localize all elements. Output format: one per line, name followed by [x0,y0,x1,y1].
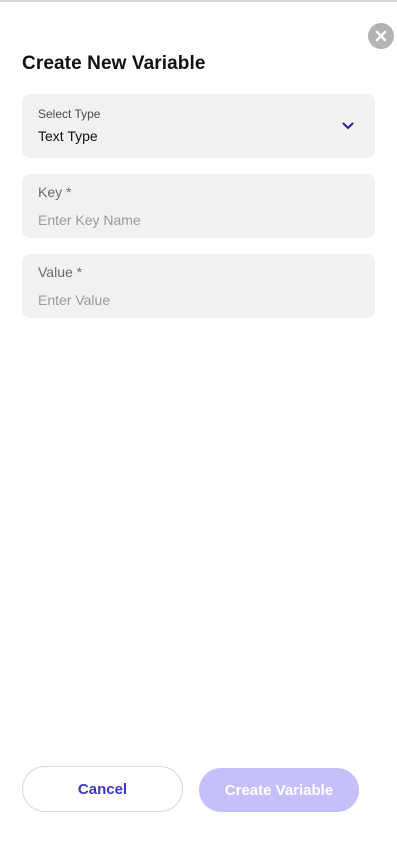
dialog-title: Create New Variable [22,53,206,74]
key-input[interactable] [38,209,358,231]
type-select-value: Text Type [38,128,98,144]
value-field: Value * [22,254,375,318]
type-select[interactable]: Select Type Text Type [22,94,375,158]
cancel-button[interactable]: Cancel [22,766,183,812]
value-input[interactable] [38,289,358,311]
value-field-label: Value * [38,264,83,280]
close-icon [375,30,387,42]
top-divider [0,0,397,2]
key-field: Key * [22,174,375,238]
type-select-label: Select Type [38,107,101,121]
key-field-label: Key * [38,184,72,200]
close-button[interactable] [368,23,394,49]
chevron-down-icon [341,119,355,133]
create-variable-button[interactable]: Create Variable [199,768,359,812]
